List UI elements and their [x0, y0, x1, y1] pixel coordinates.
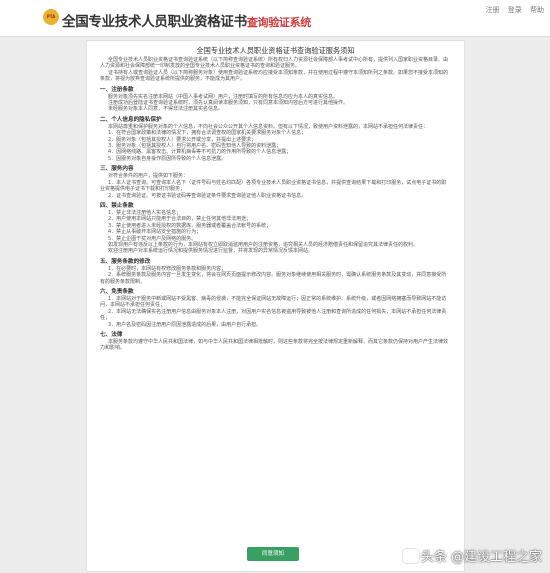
section-paragraph: 本服务条款均遵守中华人民共和国法律，如与中华人民共和国法律相抵触时，则这些条款将…: [100, 339, 449, 352]
site-title-sub: 查询验证系统: [246, 16, 312, 29]
site-logo-icon: PTA: [43, 9, 59, 25]
logo-text: PTA: [46, 14, 56, 19]
section-paragraph: 3．用户名及密码因注册用户原因泄露造成的后果，由用户自行承担。: [108, 321, 262, 328]
header-links: 注册 登录 帮助: [480, 5, 544, 15]
watermark: 头条 @建设工程之家: [402, 546, 542, 565]
intro-paragraph: 证书持有人或查询验证人员（以下简称服务对象）使用查询验证系统均应接受本须知条款，…: [100, 69, 449, 83]
section-heading: 七、法律: [100, 332, 123, 338]
section-paragraph: 5．因服务对象自身操作原因所导致的个人信息泄露。: [108, 155, 227, 162]
section-paragraph: 2．系统服务条款及服务内容一旦发生变化，将会在网页页面提示修改内容。服务对象继续…: [100, 272, 447, 285]
intro-paragraph: 全国专业技术人员职业资格证书查询验证系统（以下简称查询验证系统）所有权归人力资源…: [100, 57, 449, 70]
login-link[interactable]: 登录: [508, 6, 522, 14]
agree-button[interactable]: 同意须知: [247, 547, 299, 561]
section-paragraph: 欢迎注册用户对本系统运行情况和提供服务情况进行监督，并将发现的异常情况反馈本网站…: [108, 248, 314, 255]
section-heading: 一、注册条款: [100, 86, 134, 93]
notice-content[interactable]: 全国专业技术人员职业资格证书查询验证系统（以下简称查询验证系统）所有权归人力资源…: [87, 57, 464, 352]
section-heading: 四、禁止条款: [100, 202, 134, 209]
section-paragraph: 2．证书查询验证。可按证书验证码等查询验证条件要求查询验证他人职业资格证书信息。: [108, 192, 307, 199]
section-paragraph: 1．本网站对于服务中断或网站不受黑客、病毒的侵袭，不能完全保证网站无故障运行；因…: [100, 295, 447, 309]
watermark-text: 头条 @建设工程之家: [420, 550, 542, 565]
help-link[interactable]: 帮助: [530, 6, 544, 14]
section-paragraph: 1．本人证书查询。可查询本人名下（证件号码与姓名均匹配）各项专业技术人员职业资格…: [100, 179, 447, 193]
header-bar: PTA 全国专业技术人员职业资格证书查询验证系统 注册 登录 帮助: [0, 0, 550, 37]
section-heading: 六、免责条款: [100, 288, 134, 295]
notice-title: 全国专业技术人员职业资格证书查询验证服务须知: [196, 46, 355, 55]
section-paragraph: 未经服务对象本人同意，不得非法注册其实名信息。: [108, 106, 224, 113]
section-heading: 二、个人信息的隐私保护: [100, 116, 162, 123]
site-title-main: 全国专业技术人员职业资格证书: [62, 14, 247, 30]
register-link[interactable]: 注册: [486, 6, 500, 14]
site-title: 全国专业技术人员职业资格证书查询验证系统: [62, 10, 311, 30]
section-heading: 五、服务条款的修改: [100, 258, 151, 265]
section-paragraph: 2．本网站无法确保实名注册用户信息由服务对象本人注册，对因用户实名信息被盗用导致…: [100, 308, 447, 322]
notice-panel: 全国专业技术人员职业资格证书查询验证服务须知 全国专业技术人员职业资格证书查询验…: [86, 40, 465, 572]
toutiao-icon: [402, 549, 419, 563]
